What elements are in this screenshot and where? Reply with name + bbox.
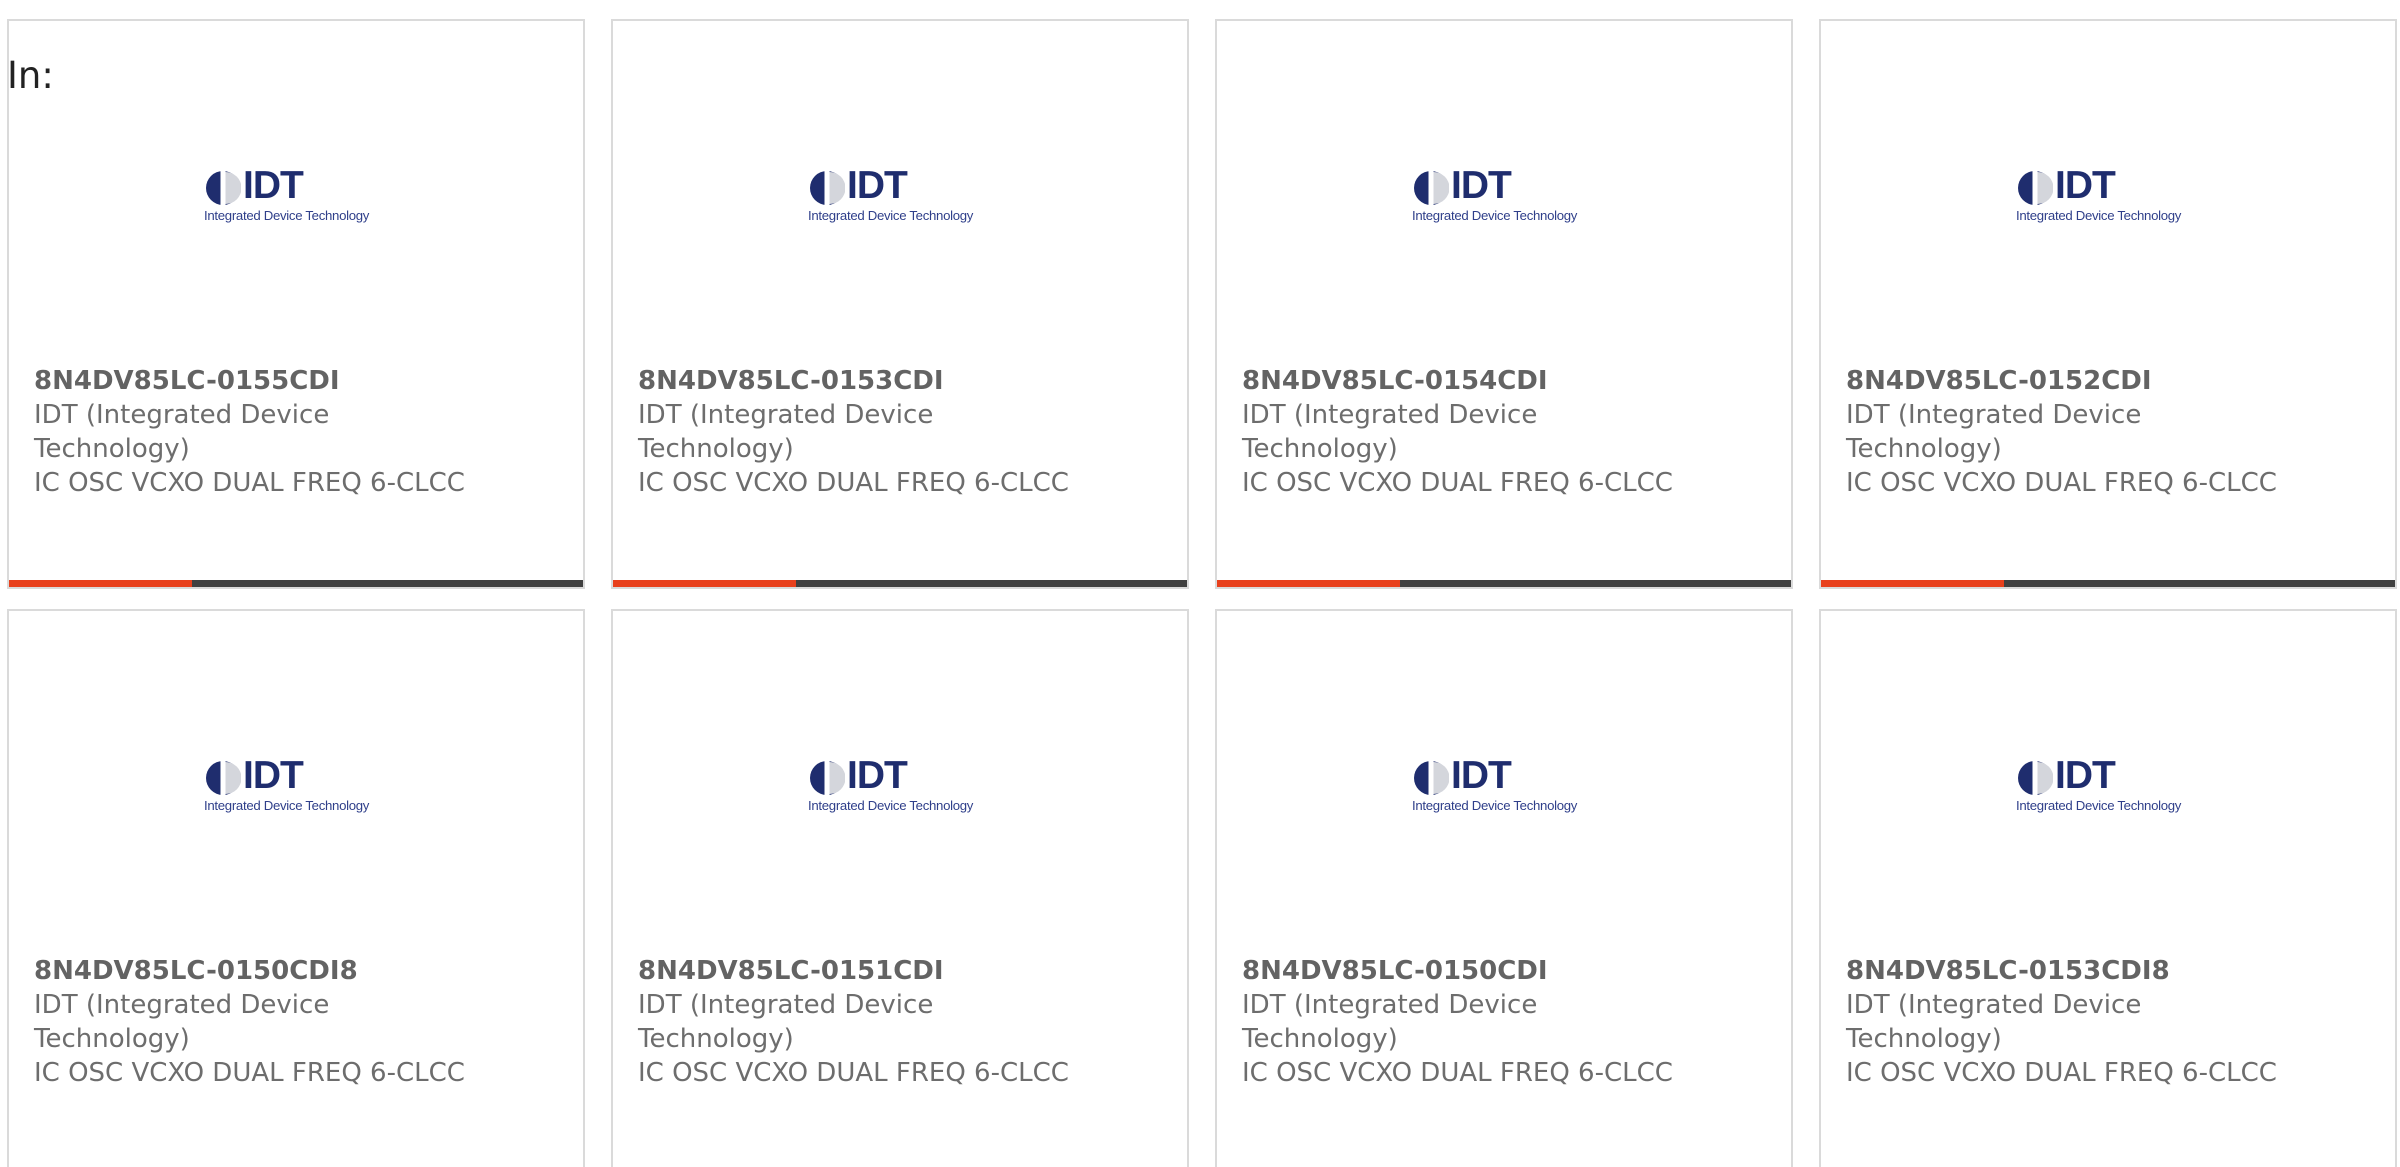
product-card[interactable]: IDT Integrated Device Technology 8N4DV85… [1819, 19, 2397, 589]
product-results-page: IDT Integrated Device Technology 8N4DV85… [0, 0, 2400, 1167]
card-footer-bar [1821, 580, 2395, 587]
idt-logo-mark-icon [206, 760, 241, 796]
manufacturer-name: IDT (Integrated Device Technology) [1846, 990, 2142, 1054]
logo-word: IDT [847, 164, 908, 207]
part-number-link[interactable]: 8N4DV85LC-0150CDI8 [34, 954, 554, 988]
card-footer-bar [9, 580, 583, 587]
logo-tagline: Integrated Device Technology [204, 798, 370, 813]
product-description: IC OSC VCXO DUAL FREQ 6-CLCC [638, 1058, 1069, 1088]
idt-logo-mark-icon [810, 170, 845, 206]
manufacturer-name: IDT (Integrated Device Technology) [1846, 400, 2142, 464]
manufacturer-name: IDT (Integrated Device Technology) [1242, 400, 1538, 464]
part-number-link[interactable]: 8N4DV85LC-0153CDI [638, 364, 1158, 398]
logo-tagline: Integrated Device Technology [2016, 208, 2182, 223]
idt-logo: IDT Integrated Device Technology [195, 162, 401, 232]
logo-word: IDT [1451, 754, 1512, 797]
manufacturer-name: IDT (Integrated Device Technology) [34, 400, 330, 464]
logo-word: IDT [2055, 754, 2116, 797]
card-footer-accent [1217, 580, 1400, 587]
logo-tagline: Integrated Device Technology [1412, 798, 1578, 813]
product-card[interactable]: IDT Integrated Device Technology 8N4DV85… [1819, 609, 2397, 1167]
manufacturer-name: IDT (Integrated Device Technology) [638, 990, 934, 1054]
product-card[interactable]: IDT Integrated Device Technology 8N4DV85… [611, 609, 1189, 1167]
idt-logo-mark-icon [2018, 760, 2053, 796]
part-number-link[interactable]: 8N4DV85LC-0155CDI [34, 364, 554, 398]
idt-logo: IDT Integrated Device Technology [799, 752, 1005, 822]
logo-tagline: Integrated Device Technology [808, 798, 974, 813]
product-card[interactable]: IDT Integrated Device Technology 8N4DV85… [1215, 609, 1793, 1167]
product-description: IC OSC VCXO DUAL FREQ 6-CLCC [34, 468, 465, 498]
idt-logo: IDT Integrated Device Technology [2007, 162, 2213, 232]
idt-logo-mark-icon [1414, 170, 1449, 206]
part-number-link[interactable]: 8N4DV85LC-0151CDI [638, 954, 1158, 988]
product-description: IC OSC VCXO DUAL FREQ 6-CLCC [1846, 468, 2277, 498]
idt-logo-mark-icon [2018, 170, 2053, 206]
logo-tagline: Integrated Device Technology [204, 208, 370, 223]
idt-logo: IDT Integrated Device Technology [1403, 162, 1609, 232]
product-description: IC OSC VCXO DUAL FREQ 6-CLCC [1846, 1058, 2277, 1088]
idt-logo-mark-icon [1414, 760, 1449, 796]
part-number-link[interactable]: 8N4DV85LC-0153CDI8 [1846, 954, 2366, 988]
card-footer-accent [1821, 580, 2004, 587]
logo-word: IDT [243, 754, 304, 797]
idt-logo: IDT Integrated Device Technology [2007, 752, 2213, 822]
idt-logo: IDT Integrated Device Technology [195, 752, 401, 822]
manufacturer-name: IDT (Integrated Device Technology) [638, 400, 934, 464]
manufacturer-name: IDT (Integrated Device Technology) [1242, 990, 1538, 1054]
logo-word: IDT [2055, 164, 2116, 207]
filter-in-label: In: [7, 54, 54, 97]
idt-logo-mark-icon [810, 760, 845, 796]
product-card[interactable]: IDT Integrated Device Technology 8N4DV85… [7, 609, 585, 1167]
idt-logo-mark-icon [206, 170, 241, 206]
logo-tagline: Integrated Device Technology [2016, 798, 2182, 813]
card-footer-accent [9, 580, 192, 587]
logo-word: IDT [243, 164, 304, 207]
logo-word: IDT [1451, 164, 1512, 207]
product-grid: IDT Integrated Device Technology 8N4DV85… [7, 19, 2400, 1167]
idt-logo: IDT Integrated Device Technology [799, 162, 1005, 232]
product-description: IC OSC VCXO DUAL FREQ 6-CLCC [34, 1058, 465, 1088]
manufacturer-name: IDT (Integrated Device Technology) [34, 990, 330, 1054]
product-card[interactable]: IDT Integrated Device Technology 8N4DV85… [611, 19, 1189, 589]
part-number-link[interactable]: 8N4DV85LC-0152CDI [1846, 364, 2366, 398]
card-footer-accent [613, 580, 796, 587]
idt-logo: IDT Integrated Device Technology [1403, 752, 1609, 822]
product-card[interactable]: IDT Integrated Device Technology 8N4DV85… [1215, 19, 1793, 589]
card-footer-bar [1217, 580, 1791, 587]
logo-tagline: Integrated Device Technology [808, 208, 974, 223]
product-description: IC OSC VCXO DUAL FREQ 6-CLCC [1242, 1058, 1673, 1088]
logo-word: IDT [847, 754, 908, 797]
card-footer-bar [613, 580, 1187, 587]
product-description: IC OSC VCXO DUAL FREQ 6-CLCC [638, 468, 1069, 498]
product-description: IC OSC VCXO DUAL FREQ 6-CLCC [1242, 468, 1673, 498]
part-number-link[interactable]: 8N4DV85LC-0150CDI [1242, 954, 1762, 988]
product-card[interactable]: IDT Integrated Device Technology 8N4DV85… [7, 19, 585, 589]
logo-tagline: Integrated Device Technology [1412, 208, 1578, 223]
part-number-link[interactable]: 8N4DV85LC-0154CDI [1242, 364, 1762, 398]
